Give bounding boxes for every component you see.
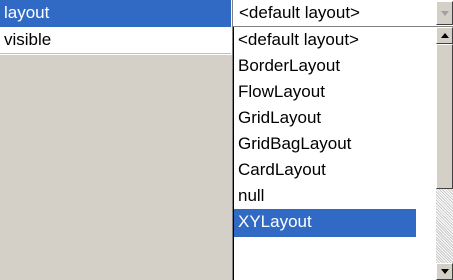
- scrollbar-track-lower[interactable]: [436, 189, 453, 263]
- arrow-up-icon: [441, 33, 449, 38]
- dropdown-item-gridbaglayout[interactable]: GridBagLayout: [234, 131, 416, 157]
- scrollbar-track[interactable]: [436, 27, 453, 280]
- dropdown-item-cardlayout[interactable]: CardLayout: [234, 157, 416, 183]
- layout-combo-value: <default layout>: [239, 3, 360, 22]
- scroll-up-button[interactable]: [436, 27, 453, 44]
- dropdown-item-null[interactable]: null: [234, 183, 416, 209]
- dropdown-item-borderlayout[interactable]: BorderLayout: [234, 53, 416, 79]
- dropdown-scrollbar[interactable]: [417, 27, 453, 280]
- scrollbar-thumb[interactable]: [436, 44, 453, 189]
- dropdown-item-default-layout[interactable]: <default layout>: [234, 27, 416, 53]
- dropdown-item-gridlayout[interactable]: GridLayout: [234, 105, 416, 131]
- scroll-down-button[interactable]: [436, 263, 453, 280]
- layout-dropdown-list[interactable]: <default layout> BorderLayout FlowLayout…: [233, 27, 453, 280]
- property-name-visible[interactable]: visible: [0, 27, 231, 54]
- layout-combo-box[interactable]: <default layout>: [233, 0, 453, 27]
- dropdown-item-flowlayout[interactable]: FlowLayout: [234, 79, 416, 105]
- combo-dropdown-button[interactable]: [436, 1, 453, 25]
- chevron-down-icon: [441, 11, 449, 16]
- arrow-down-icon: [441, 269, 449, 274]
- property-name-layout[interactable]: layout: [0, 0, 231, 27]
- property-grid-empty-area: [0, 55, 232, 280]
- dropdown-item-xylayout[interactable]: XYLayout: [234, 209, 416, 237]
